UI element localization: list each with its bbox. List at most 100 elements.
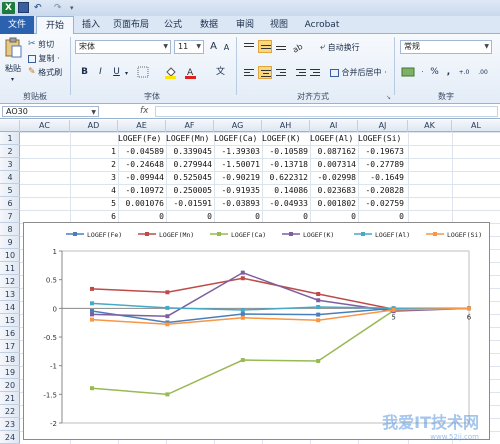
row-header[interactable]: 24 (0, 431, 20, 444)
table-cell-index[interactable]: 5 (70, 197, 116, 210)
merge-center-button[interactable]: 合并后居中 · (330, 67, 387, 78)
table-cell[interactable]: -0.24648 (118, 158, 164, 171)
row-header[interactable]: 3 (0, 158, 20, 171)
tab-view[interactable]: 视图 (264, 16, 294, 34)
currency-button[interactable] (400, 66, 416, 79)
column-header[interactable]: AD (70, 120, 118, 132)
tab-home[interactable]: 开始 (36, 16, 74, 35)
table-cell[interactable]: 0.087162 (310, 145, 356, 158)
save-icon[interactable] (18, 2, 29, 13)
borders-button[interactable] (136, 66, 149, 79)
row-header[interactable]: 5 (0, 184, 20, 197)
row-header[interactable]: 15 (0, 314, 20, 327)
table-cell[interactable]: 0.339045 (166, 145, 212, 158)
row-header[interactable]: 17 (0, 340, 20, 353)
table-header-cell[interactable]: LOGEF(Ca) (214, 132, 257, 145)
table-cell[interactable]: -0.1649 (358, 171, 404, 184)
align-bottom-icon[interactable] (274, 40, 288, 53)
table-cell[interactable]: -0.04933 (262, 197, 308, 210)
table-cell[interactable]: 0.007314 (310, 158, 356, 171)
increase-indent-icon[interactable] (308, 66, 322, 79)
row-header[interactable]: 7 (0, 210, 20, 223)
paste-icon[interactable] (3, 37, 23, 58)
shrink-font-button[interactable]: A (220, 41, 233, 54)
insert-function-icon[interactable]: fx (140, 106, 149, 116)
orientation-icon[interactable]: ab (290, 40, 304, 55)
line-chart[interactable]: 1 0.5 0 -0.5 -1 -1.5 -2 5 6 LOGEF(Fe) LOGEF(Mn) LOG… (23, 222, 490, 441)
row-header[interactable]: 19 (0, 366, 20, 379)
table-header-cell[interactable]: LOGEF(K) (262, 132, 301, 145)
table-cell[interactable]: -0.10589 (262, 145, 308, 158)
align-middle-icon[interactable] (258, 40, 272, 53)
table-cell[interactable]: -1.39303 (214, 145, 260, 158)
row-header[interactable]: 16 (0, 327, 20, 340)
table-cell[interactable]: -0.03893 (214, 197, 260, 210)
row-header[interactable]: 18 (0, 353, 20, 366)
table-cell[interactable]: 0.023683 (310, 184, 356, 197)
table-cell[interactable]: -0.13718 (262, 158, 308, 171)
table-header-cell[interactable]: LOGEF(Mn) (166, 132, 209, 145)
row-header[interactable]: 4 (0, 171, 20, 184)
table-cell[interactable]: -0.19673 (358, 145, 404, 158)
table-cell[interactable]: 0.14086 (262, 184, 308, 197)
table-cell[interactable]: 0.622312 (262, 171, 308, 184)
table-cell[interactable]: -0.02998 (310, 171, 356, 184)
table-cell-index[interactable]: 1 (70, 145, 116, 158)
row-header[interactable]: 8 (0, 223, 20, 236)
row-header[interactable]: 2 (0, 145, 20, 158)
undo-icon[interactable]: ↶ (34, 2, 42, 14)
table-cell[interactable]: -0.27789 (358, 158, 404, 171)
row-header[interactable]: 1 (0, 132, 20, 145)
table-header-cell[interactable]: LOGEF(Fe) (118, 132, 161, 145)
align-right-icon[interactable] (274, 66, 288, 79)
column-header[interactable]: AG (214, 120, 262, 132)
row-header[interactable]: 21 (0, 392, 20, 405)
tab-acrobat[interactable]: Acrobat (300, 16, 344, 34)
table-header-cell[interactable]: LOGEF(Al) (310, 132, 353, 145)
row-header[interactable]: 6 (0, 197, 20, 210)
row-header[interactable]: 9 (0, 236, 20, 249)
row-header[interactable]: 11 (0, 262, 20, 275)
paste-button-label[interactable]: 粘贴 (5, 63, 21, 74)
table-cell[interactable]: -0.10972 (118, 184, 164, 197)
table-cell[interactable]: -0.20828 (358, 184, 404, 197)
wrap-text-button[interactable]: ⤶ 自动换行 (320, 42, 360, 53)
align-center-icon[interactable] (258, 66, 272, 79)
grow-font-button[interactable]: A (207, 40, 220, 53)
table-cell[interactable]: 0.001076 (118, 197, 164, 210)
row-header[interactable]: 22 (0, 405, 20, 418)
alignment-dialog-launcher-icon[interactable]: ↘ (386, 92, 391, 103)
column-header[interactable]: AE (118, 120, 166, 132)
align-top-icon[interactable] (242, 40, 256, 53)
table-cell-index[interactable]: 4 (70, 184, 116, 197)
font-size-select[interactable]: 11 ▼ (174, 40, 204, 54)
row-header[interactable]: 13 (0, 288, 20, 301)
row-header[interactable]: 12 (0, 275, 20, 288)
tab-file[interactable]: 文件 (0, 16, 34, 34)
increase-decimal-button[interactable]: +.0 (456, 66, 472, 79)
table-cell[interactable]: 0.279944 (166, 158, 212, 171)
tab-data[interactable]: 数据 (194, 16, 224, 34)
tab-formulas[interactable]: 公式 (158, 16, 188, 34)
phonetic-button[interactable]: 文 (214, 66, 227, 79)
table-cell[interactable]: -0.01591 (166, 197, 212, 210)
table-cell[interactable]: 0.250005 (166, 184, 212, 197)
format-painter-button[interactable]: ✎ 格式刷 (28, 67, 62, 78)
paste-dropdown-icon[interactable]: ▾ (11, 74, 14, 85)
align-left-icon[interactable] (242, 66, 256, 79)
table-cell[interactable]: -0.09944 (118, 171, 164, 184)
tab-review[interactable]: 审阅 (230, 16, 260, 34)
italic-button[interactable]: I (94, 66, 107, 79)
formula-input[interactable] (155, 106, 498, 117)
font-name-select[interactable]: 宋体 ▼ (75, 40, 171, 54)
select-all-corner[interactable] (0, 120, 20, 132)
table-cell[interactable]: -0.02759 (358, 197, 404, 210)
comma-button[interactable]: , (442, 66, 455, 79)
row-header[interactable]: 14 (0, 301, 20, 314)
underline-button[interactable]: U (110, 66, 123, 79)
row-header[interactable]: 23 (0, 418, 20, 431)
decrease-indent-icon[interactable] (294, 66, 308, 79)
tab-insert[interactable]: 插入 (76, 16, 106, 34)
tab-page-layout[interactable]: 页面布局 (108, 16, 154, 34)
row-header[interactable]: 20 (0, 379, 20, 392)
